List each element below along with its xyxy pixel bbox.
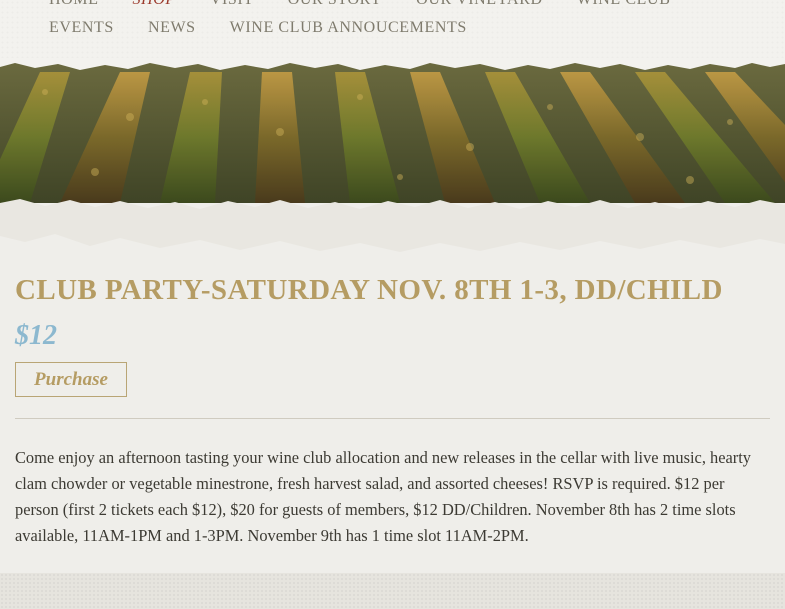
- product-price: $12: [15, 320, 57, 351]
- purchase-button[interactable]: Purchase: [15, 362, 127, 397]
- nav-item-visit[interactable]: VISIT: [210, 0, 254, 9]
- nav-row-primary: HOME SHOP VISIT OUR STORY OUR VINEYARD W…: [49, 0, 670, 9]
- torn-paper-edge-top: [0, 58, 785, 70]
- product-title: CLUB PARTY-SATURDAY NOV. 8TH 1-3, DD/CHI…: [15, 274, 723, 306]
- nav-item-our-vineyard[interactable]: OUR VINEYARD: [416, 0, 542, 9]
- torn-paper-edge-bottom: [0, 199, 785, 266]
- nav-item-our-story[interactable]: OUR STORY: [288, 0, 382, 9]
- nav-item-wine-club[interactable]: WINE CLUB: [577, 0, 671, 9]
- nav-item-home[interactable]: HOME: [49, 0, 99, 9]
- product-description: Come enjoy an afternoon tasting your win…: [15, 448, 751, 545]
- nav-row-secondary: EVENTS NEWS WINE CLUB ANNOUCEMENTS: [49, 19, 467, 37]
- nav-item-shop[interactable]: SHOP: [133, 0, 176, 9]
- nav-item-news[interactable]: NEWS: [148, 19, 196, 37]
- nav-item-wine-club-announcements[interactable]: WINE CLUB ANNOUCEMENTS: [230, 19, 467, 37]
- nav-item-events[interactable]: EVENTS: [49, 19, 114, 37]
- vineyard-hero-image: [0, 62, 785, 203]
- footer-texture-band: [0, 573, 785, 609]
- section-divider: [15, 418, 770, 419]
